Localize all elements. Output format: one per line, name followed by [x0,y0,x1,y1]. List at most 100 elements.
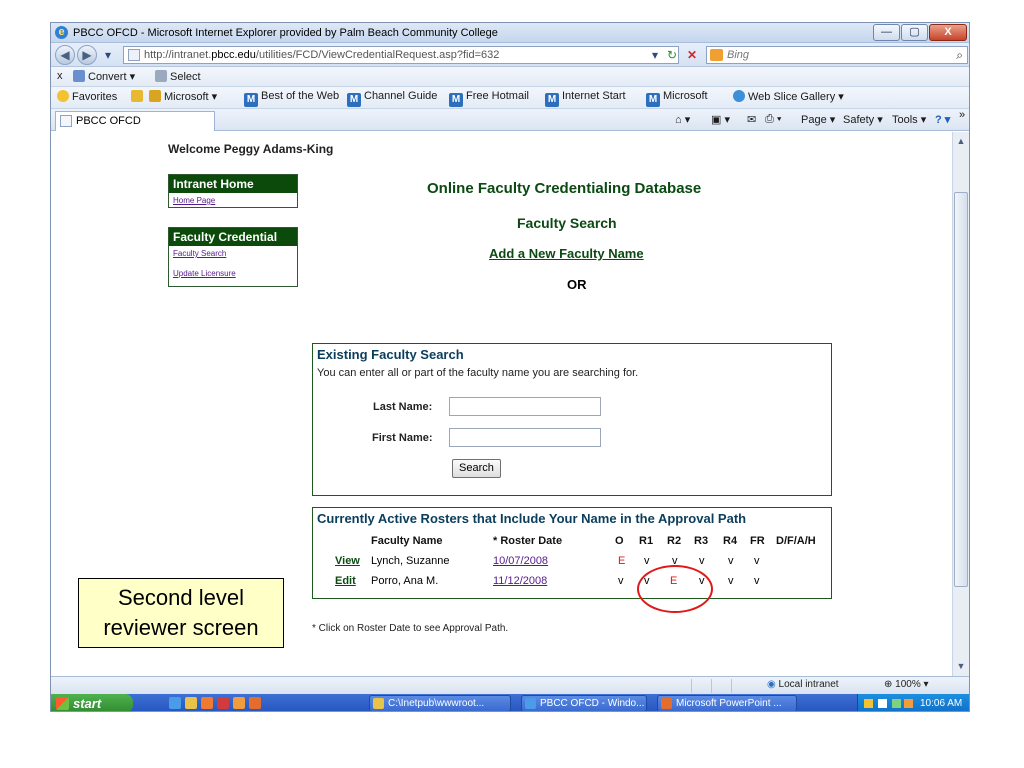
search-heading: Faculty Search [517,215,617,231]
favorites-button[interactable]: Favorites [57,90,117,103]
scroll-up-icon[interactable]: ▲ [954,134,968,148]
clock[interactable]: 10:06 AM [920,694,962,711]
address-input[interactable]: http://intranet.pbcc.edu/utilities/FCD/V… [123,46,679,64]
status-divider [711,679,712,693]
scroll-thumb[interactable] [954,192,968,587]
fav-microsoft-2-label: Microsoft [663,90,708,102]
history-dropdown-icon[interactable]: ▾ [101,47,115,63]
page-heading: Online Faculty Credentialing Database [427,180,702,197]
back-button[interactable]: ◀ [55,45,75,65]
folder-icon [373,698,384,709]
page-icon [128,49,140,61]
fav-channel-guide[interactable]: M Channel Guide [347,90,437,107]
update-licensure-link[interactable]: Update Licensure [169,260,297,286]
slide-stage: e PBCC OFCD - Microsoft Internet Explore… [0,0,1024,768]
quicklaunch-icon[interactable] [201,697,213,709]
tab-pbcc-ofcd[interactable]: PBCC OFCD [55,111,215,131]
fav-best-of-web[interactable]: M Best of the Web [244,90,339,107]
task-powerpoint[interactable]: Microsoft PowerPoint ... [657,695,797,711]
tools-menu[interactable]: Tools ▾ [892,113,926,126]
tab-label: PBCC OFCD [76,115,141,127]
refresh-icon[interactable]: ↻ [663,47,681,63]
last-name-input[interactable] [449,397,601,416]
add-faculty-link[interactable]: Add a New Faculty Name [489,246,644,261]
maximize-button[interactable]: ▢ [901,24,928,41]
nav-faculty-credential: Faculty Credential Faculty Search Update… [168,227,298,287]
powerpoint-icon [661,698,672,709]
network-icon[interactable] [892,699,901,708]
speaker-icon[interactable] [878,699,887,708]
favorites-label: Favorites [72,91,118,103]
vertical-scrollbar[interactable]: ▲ ▼ [952,132,969,676]
task-explorer[interactable]: C:\Inetpub\wwwroot... [369,695,511,711]
fav-web-slice-label: Web Slice Gallery ▾ [748,91,844,103]
mail-icon[interactable]: ✉ [747,113,756,126]
search-placeholder: Bing [727,49,750,61]
minimize-button[interactable]: — [873,24,900,41]
page-icon [60,115,72,127]
page-menu[interactable]: Page ▾ [801,113,835,126]
fav-internet-start[interactable]: M Internet Start [545,90,626,107]
select-button[interactable]: Select [155,70,201,83]
folder-icon [149,90,161,102]
add-favorite-star-icon [131,90,143,102]
quicklaunch-icon[interactable] [233,697,245,709]
start-button[interactable]: start [51,694,133,711]
task-ie[interactable]: PBCC OFCD - Windo... [521,695,647,711]
zone-label: Local intranet [778,679,839,690]
tray-app-icon[interactable] [904,699,913,708]
fav-free-hotmail[interactable]: M Free Hotmail [449,90,529,107]
search-go-icon[interactable]: ⌕ [956,47,963,63]
search-button[interactable]: Search [452,459,501,478]
nav-header-intranet: Intranet Home [169,175,297,193]
first-name-input[interactable] [449,428,601,447]
powerpoint-quicklaunch-icon[interactable] [249,697,261,709]
add-favorite-icon[interactable] [131,90,146,103]
help-icon[interactable]: ? ▾ [935,113,950,126]
convert-icon [73,70,85,82]
search-input[interactable]: Bing ⌕ [706,46,968,64]
callout-box: Second level reviewer screen [78,578,284,648]
page-content: Welcome Peggy Adams-King Intranet Home H… [51,132,954,654]
search-panel-title: Existing Faculty Search [317,347,464,362]
row1-r3: v [699,555,705,567]
msn-icon: M [646,93,660,107]
fav-microsoft[interactable]: Microsoft ▾ [149,90,217,103]
col-r3: R3 [694,535,709,547]
signal-icon[interactable] [864,699,873,708]
col-r2: R2 [667,535,682,547]
quicklaunch-icon[interactable] [217,697,229,709]
ie-quicklaunch-icon[interactable] [169,697,181,709]
home-icon[interactable]: ⌂ ▾ [675,113,690,126]
edit-link[interactable]: Edit [335,575,356,587]
overflow-icon[interactable]: » [959,109,965,121]
toolbar-close-icon[interactable]: x [57,70,63,82]
fav-microsoft-2[interactable]: M Microsoft [646,90,708,107]
col-roster-date: * Roster Date [493,535,563,547]
address-dropdown-icon[interactable]: ▾ [648,47,662,63]
forward-button[interactable]: ▶ [77,45,97,65]
system-tray: 10:06 AM [857,694,969,711]
zoom-control[interactable]: ⊕ 100% ▾ [884,679,929,690]
print-icon[interactable]: ⎙ ▾ [765,113,781,126]
row2-roster-date-link[interactable]: 11/12/2008 [493,575,547,587]
convert-label: Convert [88,71,127,83]
view-link[interactable]: View [335,555,360,567]
row2-r4: v [728,575,734,587]
faculty-search-link[interactable]: Faculty Search [169,246,297,260]
col-faculty-name: Faculty Name [371,535,443,547]
close-button[interactable]: X [929,24,967,41]
home-page-link[interactable]: Home Page [169,193,297,207]
fav-web-slice-gallery[interactable]: Web Slice Gallery ▾ [733,90,844,103]
safety-menu[interactable]: Safety ▾ [843,113,883,126]
scroll-down-icon[interactable]: ▼ [954,659,968,673]
zone-indicator[interactable]: ◉ Local intranet [767,679,839,690]
quicklaunch-icon[interactable] [185,697,197,709]
row1-r1: v [644,555,650,567]
feeds-icon[interactable]: ▣ ▾ [711,113,730,126]
row1-roster-date-link[interactable]: 10/07/2008 [493,555,548,567]
stop-icon[interactable]: ✕ [683,47,701,63]
highlight-ellipse [637,565,713,613]
convert-button[interactable]: Convert ▾ [73,70,135,83]
task-powerpoint-label: Microsoft PowerPoint ... [676,698,782,709]
